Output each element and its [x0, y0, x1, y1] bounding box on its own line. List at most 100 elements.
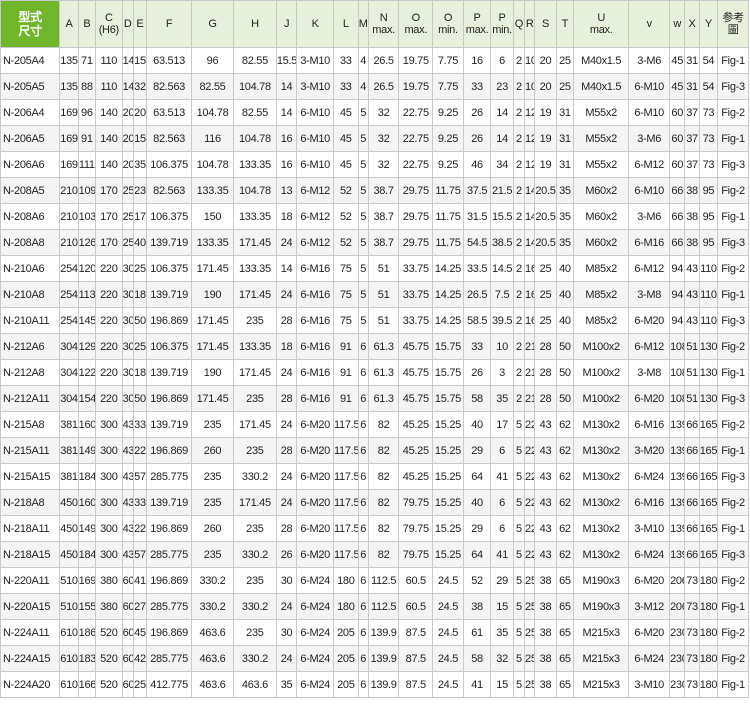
model-cell: N-215A8 — [0, 411, 61, 438]
table-cell: 18 — [275, 333, 298, 360]
table-cell: 165 — [698, 437, 719, 464]
table-cell: 112.5 — [367, 593, 400, 620]
table-cell: 520 — [95, 671, 123, 698]
table-cell: 6-M24 — [628, 541, 671, 568]
table-cell: 29.75 — [398, 229, 434, 256]
table-cell: 165 — [698, 489, 719, 516]
table-cell: 43 — [534, 515, 557, 542]
table-cell: 155 — [77, 593, 97, 620]
table-cell: 10 — [524, 73, 536, 100]
table-cell: 139 — [669, 411, 686, 438]
table-cell: 169 — [59, 151, 79, 178]
table-cell: 300 — [95, 515, 123, 542]
table-cell: 82.563 — [146, 73, 193, 100]
header-label: P — [473, 12, 481, 24]
table-cell: 50 — [555, 333, 575, 360]
table-cell: 22 — [132, 437, 148, 464]
table-cell: 82.563 — [146, 125, 193, 152]
table-cell: 22 — [524, 515, 536, 542]
table-cell: 95 — [698, 203, 719, 230]
header-cell: B — [77, 0, 97, 48]
table-row: N-218A15 450 184 300 43 57 285.775 235 330.2 26 6-… — [0, 541, 749, 568]
table-cell: 6-M20 — [628, 619, 671, 646]
table-cell: Fig-3 — [717, 151, 749, 178]
table-cell: 26 — [462, 125, 492, 152]
table-cell: 38 — [534, 645, 557, 672]
table-cell: 2 — [512, 99, 526, 126]
table-cell: 51 — [367, 281, 400, 308]
table-cell: 82 — [367, 463, 400, 490]
table-cell: 30 — [275, 567, 298, 594]
table-cell: 6-M20 — [628, 567, 671, 594]
table-cell: 38 — [534, 619, 557, 646]
table-cell: 14.5 — [490, 255, 514, 282]
table-cell: 33.75 — [398, 281, 434, 308]
table-cell: 180 — [698, 593, 719, 620]
table-cell: Fig-1 — [717, 125, 749, 152]
table-cell: 6-M12 — [296, 177, 335, 204]
header-label: w — [673, 18, 682, 30]
table-cell: 230 — [669, 645, 686, 672]
table-cell: 22.75 — [398, 99, 434, 126]
table-cell: 190 — [191, 359, 234, 386]
table-cell: 304 — [59, 385, 79, 412]
table-cell: 43 — [121, 437, 134, 464]
table-cell: 300 — [95, 541, 123, 568]
header-cell: 参考圖 — [717, 0, 749, 48]
table-cell: 154 — [77, 385, 97, 412]
table-cell: 64 — [462, 541, 492, 568]
table-cell: 61.3 — [367, 385, 400, 412]
table-cell: 45.75 — [398, 333, 434, 360]
table-cell: M55x2 — [573, 125, 630, 152]
table-cell: 165 — [698, 541, 719, 568]
table-cell: 38 — [684, 177, 700, 204]
table-cell: 330.2 — [232, 463, 277, 490]
table-cell: 196.869 — [146, 385, 193, 412]
table-cell: 25 — [524, 645, 536, 672]
table-cell: 139.9 — [367, 645, 400, 672]
table-cell: 520 — [95, 619, 123, 646]
table-cell: 35 — [132, 151, 148, 178]
table-cell: 62 — [555, 463, 575, 490]
table-cell: 5 — [512, 619, 526, 646]
table-cell: Fig-2 — [717, 619, 749, 646]
table-cell: 235 — [191, 463, 234, 490]
table-cell: M85x2 — [573, 307, 630, 334]
table-cell: 139.719 — [146, 411, 193, 438]
model-cell: N-212A6 — [0, 333, 61, 360]
table-cell: 14 — [490, 99, 514, 126]
table-cell: 140 — [95, 125, 123, 152]
table-cell: 220 — [95, 255, 123, 282]
table-cell: 20.5 — [534, 177, 557, 204]
table-cell: 66 — [669, 229, 686, 256]
table-cell: 91 — [77, 125, 97, 152]
table-cell: 110 — [95, 47, 123, 74]
table-cell: 3-M20 — [628, 437, 671, 464]
table-cell: 20 — [534, 73, 557, 100]
table-cell: 6-M12 — [628, 255, 671, 282]
table-cell: 30 — [121, 281, 134, 308]
table-cell: 510 — [59, 567, 79, 594]
table-cell: 33 — [333, 47, 359, 74]
table-cell: 180 — [333, 567, 359, 594]
table-cell: 6-M16 — [296, 359, 335, 386]
table-cell: 2 — [512, 203, 526, 230]
table-cell: 32 — [367, 99, 400, 126]
table-cell: 330.2 — [191, 593, 234, 620]
table-cell: 52 — [333, 229, 359, 256]
table-cell: 24 — [275, 281, 298, 308]
table-cell: 110 — [95, 73, 123, 100]
table-cell: 15.5 — [490, 203, 514, 230]
table-row: N-220A11 510 169 380 60 41 196.869 330.2 235 30 6-… — [0, 567, 749, 594]
table-cell: 610 — [59, 645, 79, 672]
table-cell: 66 — [684, 463, 700, 490]
table-cell: 2 — [512, 333, 526, 360]
table-cell: 235 — [191, 411, 234, 438]
table-cell: 54 — [698, 47, 719, 74]
table-cell: 45.75 — [398, 359, 434, 386]
table-cell: 235 — [232, 567, 277, 594]
table-cell: 180 — [698, 619, 719, 646]
table-cell: 17 — [490, 411, 514, 438]
table-cell: 45 — [333, 125, 359, 152]
table-cell: 91 — [333, 333, 359, 360]
